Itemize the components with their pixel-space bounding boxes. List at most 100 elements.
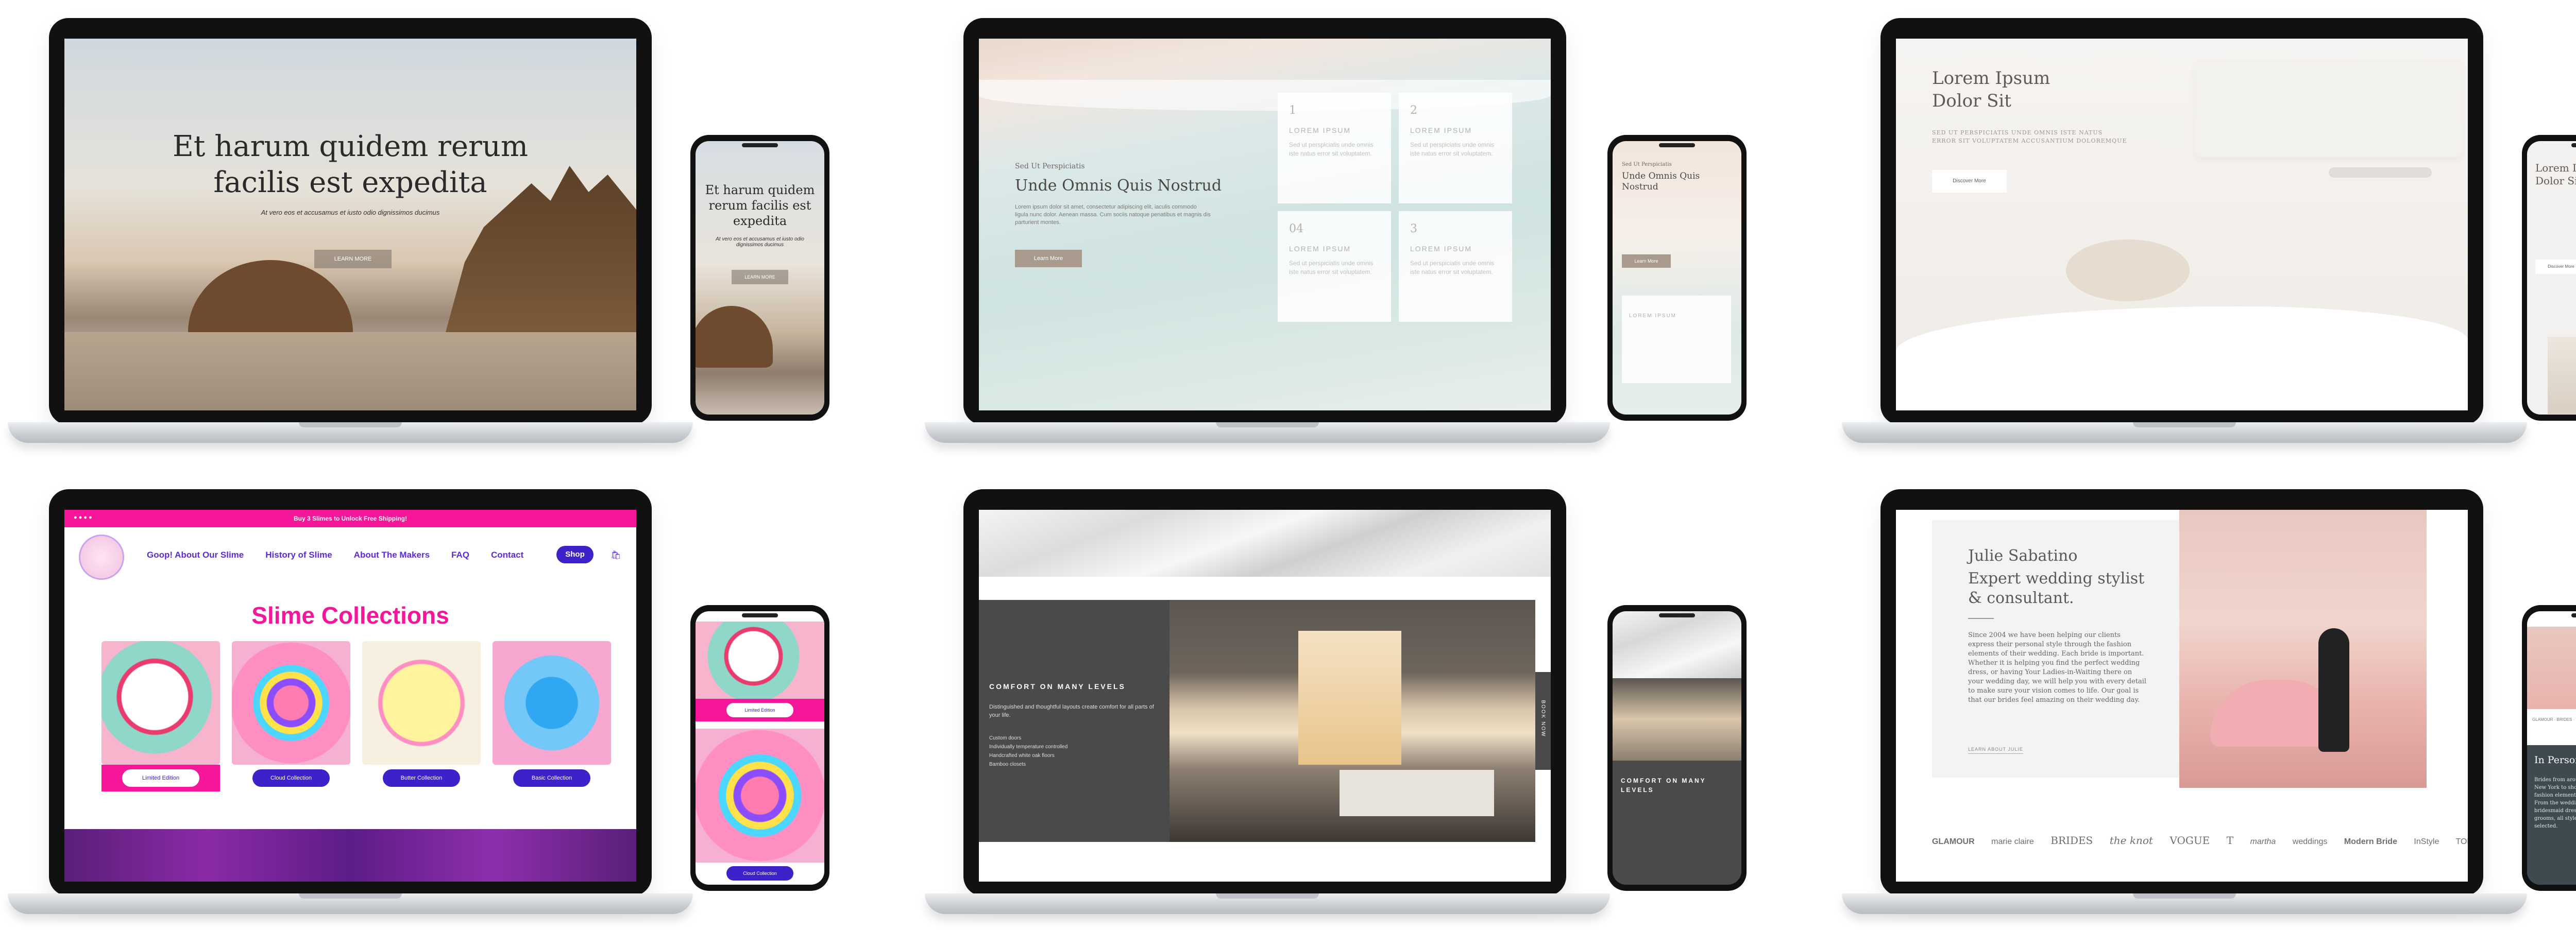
- slime-tile-cloud[interactable]: [232, 641, 350, 765]
- feature-card-1: 1 LOREM IPSUM Sed ut perspiciatis unde o…: [1278, 93, 1391, 203]
- learn-more-button[interactable]: LEARN MORE: [314, 250, 392, 268]
- stylist-photo: [2179, 510, 2427, 788]
- main-nav: Goop! About Our Slime History of Slime A…: [147, 550, 523, 560]
- feature-card-4: 3 LOREM IPSUM Sed ut perspiciatis unde o…: [1399, 211, 1512, 322]
- phone-speaker: [1659, 613, 1695, 617]
- phone-press-logos: GLAMOUR · BRIDES · VOGUE · InStyle: [2532, 717, 2576, 722]
- laptop-notch: [2133, 422, 2236, 427]
- phone-cloud-collection-button[interactable]: Cloud Collection: [726, 866, 793, 881]
- nav-goop[interactable]: Goop! About Our Slime: [147, 550, 244, 560]
- laptop-frame-3: Lorem Ipsum Dolor Sit SED UT PERSPICIATI…: [1880, 18, 2483, 425]
- laptop-screen-4: Buy 3 Slimes to Unlock Free Shipping! ● …: [64, 510, 636, 882]
- eyebrow-text: Sed Ut Perspiciatis: [1015, 162, 1085, 170]
- hero-subtext: At vero eos et accusamus et iusto odio d…: [261, 209, 440, 216]
- press-logo: weddings: [2292, 837, 2328, 846]
- shop-button[interactable]: Shop: [556, 546, 594, 563]
- section-heading: COMFORT ON MANY LEVELS: [989, 682, 1126, 691]
- laptop-frame-2: Sed Ut Perspiciatis Unde Omnis Quis Nost…: [963, 18, 1566, 425]
- press-logo: TODAY: [2455, 837, 2468, 846]
- laptop-base-3: [1842, 422, 2527, 443]
- laptop-frame-1: Et harum quidem rerum facilis est expedi…: [49, 18, 652, 425]
- discover-more-button[interactable]: Discover More: [1932, 170, 2007, 193]
- phone-slime-image-2: [696, 729, 824, 863]
- laptop-screen-5: COMFORT ON MANY LEVELS Distinguished and…: [979, 510, 1551, 882]
- phone-limited-edition-button[interactable]: Limited Edition: [726, 703, 793, 717]
- nav-makers[interactable]: About The Makers: [354, 550, 430, 560]
- promo-banner-text: Buy 3 Slimes to Unlock Free Shipping!: [293, 515, 408, 522]
- learn-more-button[interactable]: Learn More: [1015, 250, 1082, 267]
- hero-heading: Et harum quidem rerum facilis est expedi…: [173, 130, 528, 199]
- phone-screen-6: GLAMOUR · BRIDES · VOGUE · InStyle In Pe…: [2527, 611, 2576, 885]
- laptop-screen-6: Julie Sabatino Expert wedding stylist & …: [1896, 510, 2468, 882]
- laptop-notch: [299, 893, 402, 899]
- card-icon: 3: [1410, 222, 1417, 235]
- slime-tile-butter[interactable]: [362, 641, 481, 765]
- phone-frame-3: Lorem Ipsum Dolor Sit Discover More: [2522, 135, 2576, 421]
- press-logo: T: [2226, 834, 2234, 847]
- phone-frame-1: Et harum quidem rerum facilis est expedi…: [690, 135, 829, 421]
- sofa: [2195, 59, 2463, 157]
- phone-eyebrow: Sed Ut Perspiciatis: [1622, 162, 1672, 167]
- card-title: LOREM IPSUM: [1289, 245, 1351, 253]
- feature-card-3: 04 LOREM IPSUM Sed ut perspiciatis unde …: [1278, 211, 1391, 322]
- phone-dark-section: In Person Styling Brides from around the…: [2527, 745, 2576, 885]
- stylist-body: Since 2004 we have been helping our clie…: [1968, 631, 2147, 704]
- phone-screen-4: Limited Edition Cloud Collection: [696, 611, 824, 885]
- basic-collection-button[interactable]: Basic Collection: [513, 769, 590, 787]
- phone-stylist-photo: [2527, 627, 2576, 709]
- phone-slime-image-1: [696, 622, 824, 699]
- phone-speaker: [2571, 613, 2576, 617]
- phone-frame-4: Limited Edition Cloud Collection: [690, 605, 829, 891]
- phone-learn-more-button[interactable]: Learn More: [1622, 254, 1671, 268]
- social-icons: ● ● ● ●: [74, 514, 92, 521]
- card-text: Sed ut perspiciatis unde omnis iste natu…: [1410, 260, 1495, 275]
- stylist-figure: [2318, 628, 2349, 752]
- laptop-screen-3: Lorem Ipsum Dolor Sit SED UT PERSPICIATI…: [1896, 39, 2468, 410]
- nav-history[interactable]: History of Slime: [265, 550, 332, 560]
- stylist-name: Julie Sabatino: [1968, 547, 2078, 565]
- press-logo: martha: [2250, 837, 2276, 846]
- card-title: LOREM IPSUM: [1289, 126, 1351, 134]
- feature-card-2: 2 LOREM IPSUM Sed ut perspiciatis unde o…: [1399, 93, 1512, 203]
- laptop-screen-2: Sed Ut Perspiciatis Unde Omnis Quis Nost…: [979, 39, 1551, 410]
- section-body: Lorem ipsum dolor sit amet, consectetur …: [1015, 204, 1211, 226]
- card-text: Sed ut perspiciatis unde omnis iste natu…: [1289, 141, 1374, 157]
- hero-heading: Lorem Ipsum Dolor Sit: [1932, 68, 2050, 111]
- phone-marble: [1613, 611, 1741, 678]
- card-text: Sed ut perspiciatis unde omnis iste natu…: [1289, 260, 1374, 275]
- phone-discover-button[interactable]: Discover More: [2535, 260, 2576, 274]
- laptop-base-2: [925, 422, 1610, 443]
- wave-divider: [1896, 306, 2468, 410]
- amenity-list: Custom doors Individually temperature co…: [989, 734, 1067, 769]
- laptop-notch: [2133, 893, 2236, 899]
- phone-section-title: In Person Styling: [2534, 754, 2576, 766]
- phone-speaker: [742, 143, 778, 147]
- site-logo[interactable]: [79, 535, 124, 580]
- phone-frame-5: COMFORT ON MANY LEVELS: [1607, 605, 1747, 891]
- nav-contact[interactable]: Contact: [491, 550, 523, 560]
- press-logo: marie claire: [1991, 837, 2034, 846]
- phone-section-heading: COMFORT ON MANY LEVELS: [1621, 777, 1706, 794]
- press-logo: the knot: [2109, 834, 2153, 847]
- intro-card: Julie Sabatino Expert wedding stylist & …: [1932, 520, 2179, 778]
- phone-learn-more-button[interactable]: LEARN MORE: [732, 270, 788, 284]
- slime-tile-limited[interactable]: [101, 641, 220, 765]
- learn-about-julie-link[interactable]: LEARN ABOUT JULIE: [1968, 747, 2023, 754]
- phone-rock: [696, 306, 773, 368]
- book-now-tab[interactable]: BOOK NOW: [1535, 672, 1551, 770]
- card-text: Sed ut perspiciatis unde omnis iste natu…: [1410, 141, 1495, 157]
- laptop-base-4: [8, 893, 693, 914]
- slime-tile-basic[interactable]: [493, 641, 611, 765]
- cloud-collection-button[interactable]: Cloud Collection: [252, 769, 330, 787]
- phone-bedroom-photo: [1613, 678, 1741, 761]
- cart-icon[interactable]: 🛍: [611, 550, 621, 560]
- window-light: [1298, 631, 1401, 765]
- phone-frame-6: GLAMOUR · BRIDES · VOGUE · InStyle In Pe…: [2522, 605, 2576, 891]
- marble-header: [979, 510, 1551, 577]
- laptop-base-6: [1842, 893, 2527, 914]
- butter-collection-button[interactable]: Butter Collection: [383, 769, 460, 787]
- card-icon: 04: [1289, 222, 1303, 235]
- limited-edition-button[interactable]: Limited Edition: [122, 769, 199, 787]
- nav-faq[interactable]: FAQ: [451, 550, 469, 560]
- collections-title: Slime Collections: [251, 602, 449, 629]
